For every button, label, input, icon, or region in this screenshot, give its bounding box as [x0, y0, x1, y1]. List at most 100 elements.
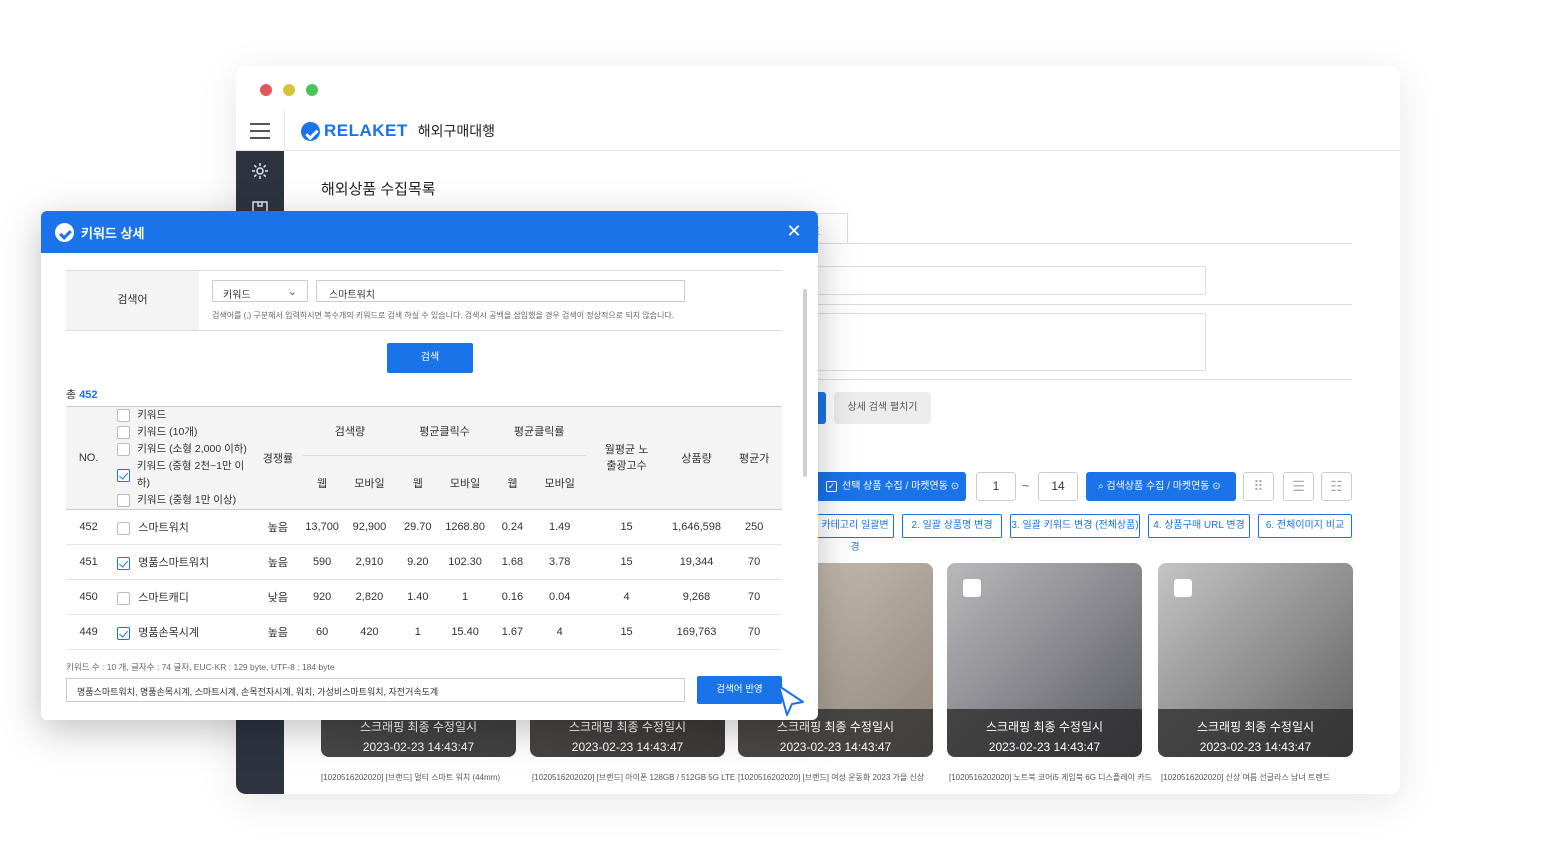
range-separator: ~ [1022, 479, 1030, 493]
card-checkbox[interactable] [1174, 579, 1192, 597]
row-checkbox[interactable] [117, 521, 131, 535]
cell-sv-mobile: 420 [341, 614, 398, 650]
table-row[interactable]: 450 스마트캐디 낮음 920 2,820 1.40 1 0.16 0.04 4 9,268 70 [66, 579, 782, 615]
cursor-pointer-icon [778, 685, 804, 716]
keyword-filter-option[interactable]: 키워드 [117, 407, 253, 424]
col-competition: 경쟁률 [253, 406, 303, 510]
product-caption: [1020516202020] 노트북 코어i5 게임북 6G 디스플레이 카드 [949, 773, 1152, 782]
app-logo[interactable]: RELAKET 해외구매대행 [301, 121, 495, 141]
cell-ads: 15 [586, 544, 667, 580]
filter-input[interactable] [806, 266, 1206, 295]
checkbox[interactable] [117, 468, 130, 482]
cell-price: 250 [726, 509, 782, 545]
keyword-input[interactable]: 스마트워치 [316, 280, 685, 302]
cell-no: 450 [66, 579, 112, 615]
top-bar: RELAKET 해외구매대행 [236, 111, 1400, 151]
search-label: 검색어 [66, 271, 199, 330]
table-row[interactable]: 451 명품스마트워치 높음 590 2,910 9.20 102.30 1.68 3.78 15… [66, 544, 782, 580]
col-avg-ctr: 평균클릭률 [491, 406, 587, 456]
checkbox[interactable] [117, 494, 131, 507]
total-count: 총 452 [66, 389, 98, 401]
card-checkbox[interactable] [963, 579, 981, 597]
product-card[interactable]: 스크래핑 최종 수정일시 2023-02-23 14:43:47 [1158, 563, 1353, 757]
brand-subtitle: 해외구매대행 [417, 123, 496, 139]
action-button-image-compare[interactable]: 6. 전체이미지 비교 [1258, 514, 1352, 538]
brand-name: RELAKET [324, 121, 408, 140]
cell-clk-web: 29.70 [397, 509, 439, 545]
download-icon: ⊙ [1212, 481, 1221, 492]
cell-ctr-web: 1.67 [491, 614, 533, 650]
cell-ctr-web: 1.68 [491, 544, 533, 580]
keyword-cell: 스마트워치 [111, 509, 254, 545]
modal-header: 키워드 상세 ✕ [41, 211, 818, 253]
cell-products: 9,268 [666, 579, 727, 615]
collect-search-results-button[interactable]: ⌕ 검색상품 수집 / 마켓연동 ⊙ [1086, 472, 1236, 501]
maximize-window-dot[interactable] [306, 84, 318, 96]
row-checkbox[interactable] [117, 556, 131, 570]
table-row[interactable]: 452 스마트워치 높음 13,700 92,900 29.70 1268.80 0.24 1.… [66, 509, 782, 545]
keyword-filter-option[interactable]: 키워드 (중형 2천~1만 이하) [117, 458, 253, 492]
action-button-rename[interactable]: 2. 일괄 상품명 변경 [902, 514, 1002, 538]
product-caption: [1020516202020] [브랜드] 아이폰 128GB / 512GB … [532, 773, 736, 782]
modal-scrollbar[interactable] [803, 289, 807, 477]
col-search-volume: 검색량 [302, 406, 398, 456]
cell-ctr-mobile: 3.78 [532, 544, 587, 580]
detail-list-view-icon[interactable]: ☷ [1321, 472, 1352, 501]
search-row: 검색어 키워드 ⌄ 스마트워치 검색어를 (,) 구분해서 입력하시면 복수개의 … [66, 270, 782, 331]
keyword-filter-option[interactable]: 키워드 (10개) [117, 424, 253, 441]
col-monthly-ads: 월평균 노출광고수 [586, 406, 667, 510]
chevron-down-icon: ⌄ [287, 286, 297, 298]
checkbox[interactable] [117, 409, 131, 422]
collect-selected-button[interactable]: ✓ 선택 상품 수집 / 마켓연동 ⊙ [816, 472, 966, 501]
gear-icon[interactable] [250, 161, 270, 181]
cell-clk-mobile: 1268.80 [438, 509, 492, 545]
action-button-category[interactable]: 카테고리 일괄변경 [816, 514, 894, 553]
search-type-select[interactable]: 키워드 ⌄ [212, 280, 308, 302]
cell-products: 1,646,598 [666, 509, 727, 545]
cell-sv-mobile: 2,910 [341, 544, 398, 580]
cell-no: 449 [66, 614, 112, 650]
table-row[interactable]: 449 명품손목시계 높음 60 420 1 15.40 1.67 4 15 169,763 70 [66, 614, 782, 650]
hamburger-menu-icon[interactable] [250, 123, 270, 139]
list-view-icon[interactable]: ☰ [1283, 472, 1314, 501]
cell-ctr-mobile: 0.04 [532, 579, 587, 615]
window-controls [260, 84, 318, 96]
apply-keywords-button[interactable]: 검색어 반영 [697, 676, 782, 704]
col-products: 상품량 [666, 406, 727, 510]
selected-keywords-field[interactable]: 명품스마트워치, 명품손목시계, 스마트시계, 손목전자시계, 워치, 가성비스… [66, 678, 685, 702]
product-card[interactable]: 스크래핑 최종 수정일시 2023-02-23 14:43:47 [947, 563, 1142, 757]
row-checkbox[interactable] [117, 591, 131, 605]
relaket-logo-icon [55, 222, 74, 242]
cell-sv-web: 590 [302, 544, 342, 580]
filter-textarea[interactable] [806, 313, 1206, 371]
close-window-dot[interactable] [260, 84, 272, 96]
search-hint: 검색어를 (,) 구분해서 입력하시면 복수개의 키워드로 검색 하실 수 있습… [212, 311, 674, 320]
checkbox[interactable] [117, 426, 131, 439]
keyword-table: NO. 키워드 키워드 (10개) 키워드 (소형 2,000 이하) 키워드 (중형… [66, 406, 782, 650]
keyword-filter-option[interactable]: 키워드 (소형 2,000 이하) [117, 441, 253, 458]
download-icon: ⊙ [950, 481, 960, 492]
action-button-url[interactable]: 4. 상품구매 URL 변경 [1148, 514, 1250, 538]
close-icon[interactable]: ✕ [784, 221, 804, 241]
row-checkbox[interactable] [117, 626, 131, 640]
cell-competition: 높음 [253, 544, 303, 580]
search-icon: ⌕ [1098, 481, 1104, 492]
modal-title: 키워드 상세 [81, 225, 145, 241]
range-from-input[interactable]: 1 [976, 472, 1016, 501]
action-button-keyword[interactable]: 3. 일괄 키워드 변경 (전체상품) [1010, 514, 1140, 538]
checkbox[interactable] [117, 443, 131, 456]
range-to-input[interactable]: 14 [1038, 472, 1078, 501]
col-no: NO. [66, 406, 112, 510]
product-caption: [1020516202020] [브랜드] 멀티 스마트 워치 (44mm) [321, 773, 500, 782]
keyword-filter-options: 키워드 키워드 (10개) 키워드 (소형 2,000 이하) 키워드 (중형 2천~… [111, 406, 254, 510]
cell-clk-mobile: 15.40 [438, 614, 492, 650]
cell-price: 70 [726, 614, 782, 650]
keyword-filter-option[interactable]: 키워드 (중형 1만 이상) [117, 492, 253, 509]
grid-view-icon[interactable]: ⠿ [1243, 472, 1274, 501]
cell-clk-mobile: 102.30 [438, 544, 492, 580]
cell-ctr-web: 0.16 [491, 579, 533, 615]
search-button[interactable]: 검색 [387, 343, 473, 373]
minimize-window-dot[interactable] [283, 84, 295, 96]
detail-search-toggle-button[interactable]: 상세 검색 펼치기 [834, 392, 931, 424]
page-title: 해외상품 수집목록 [321, 181, 436, 198]
